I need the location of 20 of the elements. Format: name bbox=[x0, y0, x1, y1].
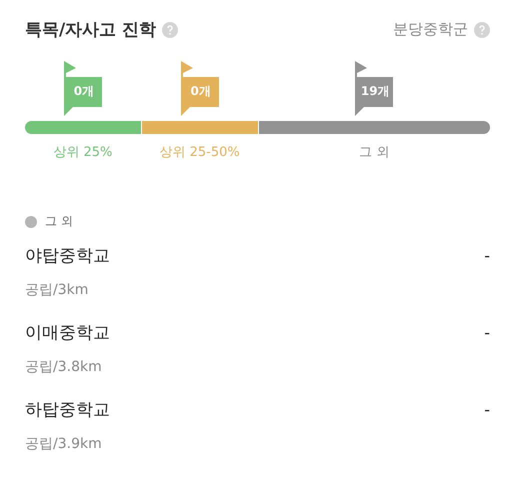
school-value: - bbox=[484, 246, 490, 265]
count-label: 0개 bbox=[72, 83, 96, 99]
range-label: 상위 25% bbox=[53, 144, 112, 161]
group-label: 그 외 bbox=[45, 213, 73, 230]
count-label: 0개 bbox=[189, 83, 212, 99]
section-title: 특목/자사고 진학 bbox=[25, 19, 156, 41]
school-name: 하탑중학교 bbox=[25, 399, 110, 421]
help-icon[interactable] bbox=[162, 22, 178, 38]
district-label: 분당중학군 bbox=[393, 20, 468, 39]
count-label: 19개 bbox=[360, 83, 391, 99]
school-name: 이매중학교 bbox=[25, 322, 110, 344]
school-info: 공립/3.9km bbox=[25, 435, 103, 453]
range-label: 상위 25-50% bbox=[159, 144, 240, 161]
help-icon[interactable] bbox=[474, 22, 490, 38]
school-info: 공립/3.8km bbox=[25, 358, 103, 376]
range-label: 그 외 bbox=[359, 144, 390, 161]
school-value: - bbox=[484, 400, 490, 419]
school-info: 공립/3km bbox=[25, 281, 90, 299]
school-value: - bbox=[484, 323, 490, 342]
school-name: 야탑중학교 bbox=[25, 245, 110, 267]
